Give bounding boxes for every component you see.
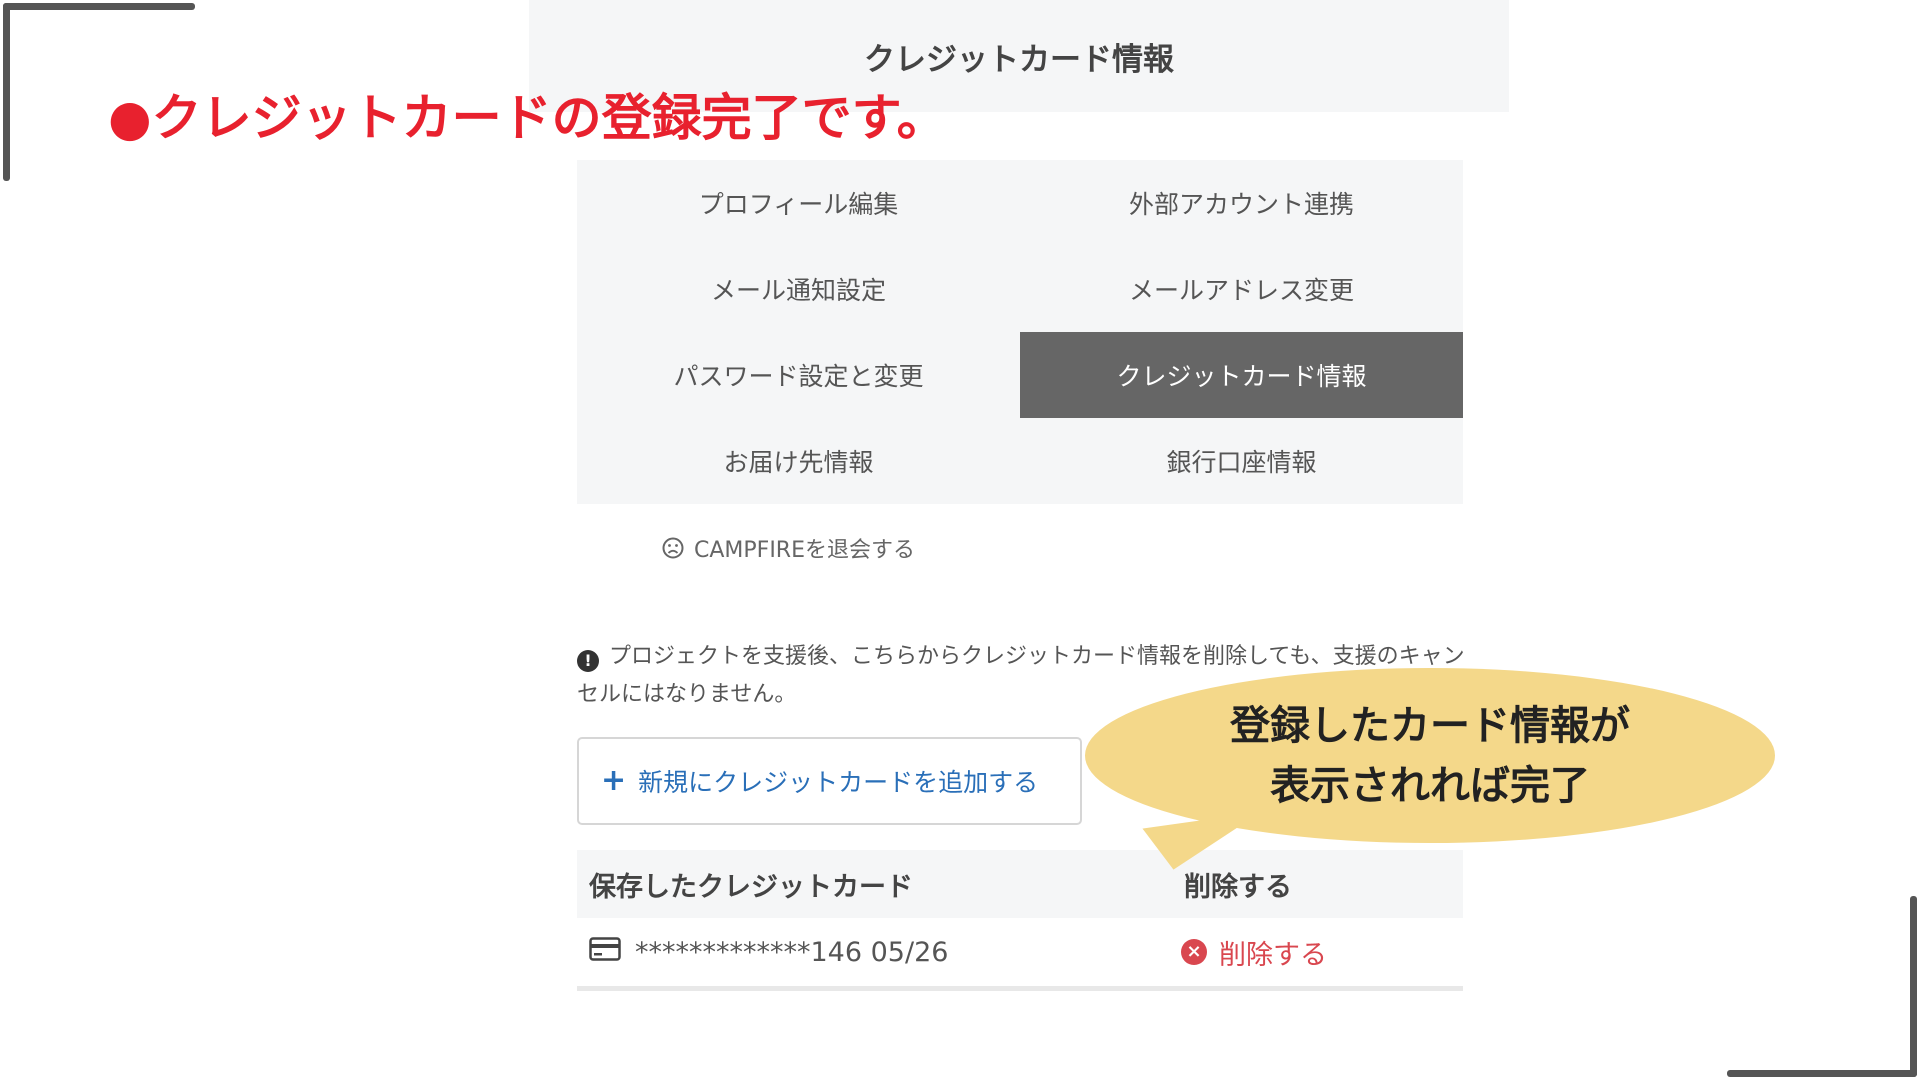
menu-item-shipping-address[interactable]: お届け先情報 — [577, 418, 1020, 504]
menu-item-credit-card[interactable]: クレジットカード情報 — [1020, 332, 1463, 418]
callout-bubble: 登録したカード情報が 表示されれば完了 — [1085, 668, 1775, 843]
column-header-card: 保存したクレジットカード — [589, 871, 913, 903]
credit-card-icon — [589, 936, 621, 968]
delete-x-icon: × — [1181, 939, 1207, 965]
saved-cards-table: 保存したクレジットカード 削除する *************146 05/26… — [577, 850, 1463, 991]
menu-item-email-change[interactable]: メールアドレス変更 — [1020, 246, 1463, 332]
corner-bracket-top-left-vertical — [3, 3, 10, 181]
menu-item-profile-edit[interactable]: プロフィール編集 — [577, 160, 1020, 246]
corner-bracket-top-left — [3, 3, 195, 10]
withdraw-link[interactable]: CAMPFIREを退会する — [662, 530, 915, 566]
menu-item-mail-notification[interactable]: メール通知設定 — [577, 246, 1020, 332]
delete-label: 削除する — [1219, 939, 1327, 971]
menu-item-password[interactable]: パスワード設定と変更 — [577, 332, 1020, 418]
plus-icon: + — [601, 763, 627, 798]
callout-line-1: 登録したカード情報が — [1230, 702, 1630, 749]
add-card-button[interactable]: + 新規にクレジットカードを追加する — [577, 737, 1082, 825]
withdraw-label: CAMPFIREを退会する — [694, 538, 915, 563]
corner-bracket-bottom-right — [1727, 1070, 1917, 1077]
exclamation-icon: ! — [577, 650, 599, 672]
table-header: 保存したクレジットカード 削除する — [577, 850, 1463, 918]
callout-line-2: 表示されれば完了 — [1270, 762, 1590, 809]
corner-bracket-bottom-right-vertical — [1910, 896, 1917, 1077]
settings-menu: プロフィール編集 外部アカウント連携 メール通知設定 メールアドレス変更 パスワ… — [577, 160, 1463, 504]
page-title: クレジットカード情報 — [864, 41, 1174, 78]
sad-face-icon — [662, 537, 684, 559]
callout-text: 登録したカード情報が 表示されれば完了 — [1230, 696, 1630, 816]
annotation-title: ●クレジットカードの登録完了です。 — [108, 89, 947, 147]
card-number: *************146 05/26 — [635, 936, 949, 968]
menu-item-external-accounts[interactable]: 外部アカウント連携 — [1020, 160, 1463, 246]
delete-card-button[interactable]: × 削除する — [1181, 933, 1463, 972]
menu-item-bank-account[interactable]: 銀行口座情報 — [1020, 418, 1463, 504]
column-header-delete: 削除する — [1184, 871, 1292, 903]
card-cell: *************146 05/26 — [577, 937, 1181, 968]
table-row: *************146 05/26 × 削除する — [577, 918, 1463, 991]
add-card-label: 新規にクレジットカードを追加する — [638, 768, 1039, 797]
